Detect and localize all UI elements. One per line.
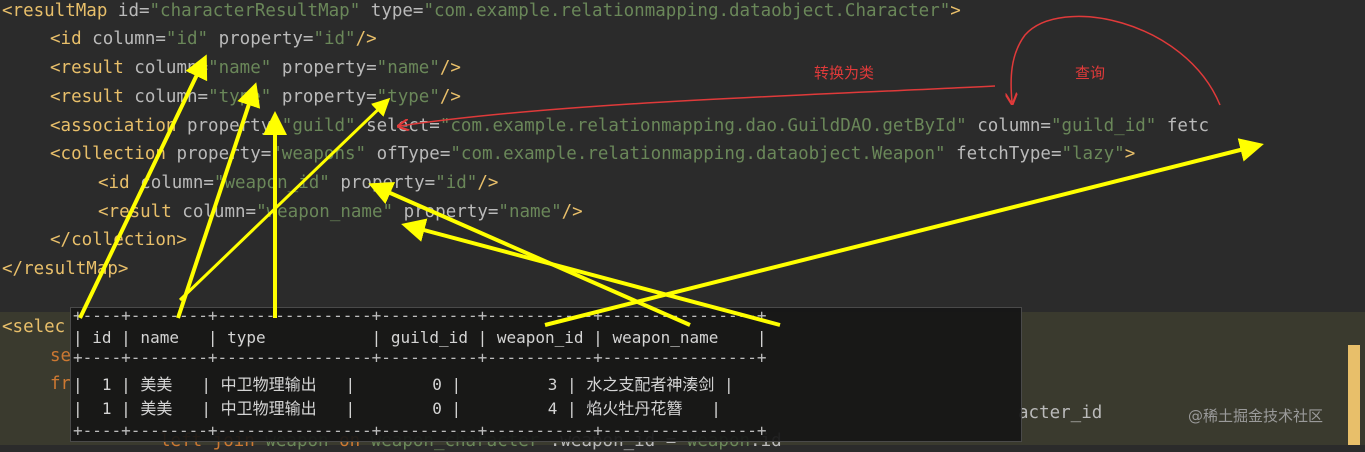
arrow-query — [1011, 15, 1221, 105]
arrow-name — [176, 82, 261, 319]
arrow-id — [78, 54, 208, 319]
arrow-guild-id — [544, 138, 1264, 327]
arrow-weapon-id — [368, 182, 691, 327]
arrow-convert — [400, 85, 996, 126]
arrow-guild — [178, 97, 391, 302]
annotation-query-label: 查询 — [1075, 64, 1106, 82]
watermark: @稀土掘金技术社区 — [1188, 407, 1324, 425]
annotation-overlay — [78, 15, 1264, 327]
arrow-weapon-name — [401, 218, 781, 327]
annotation-convert-label: 转换为类 — [814, 64, 875, 82]
